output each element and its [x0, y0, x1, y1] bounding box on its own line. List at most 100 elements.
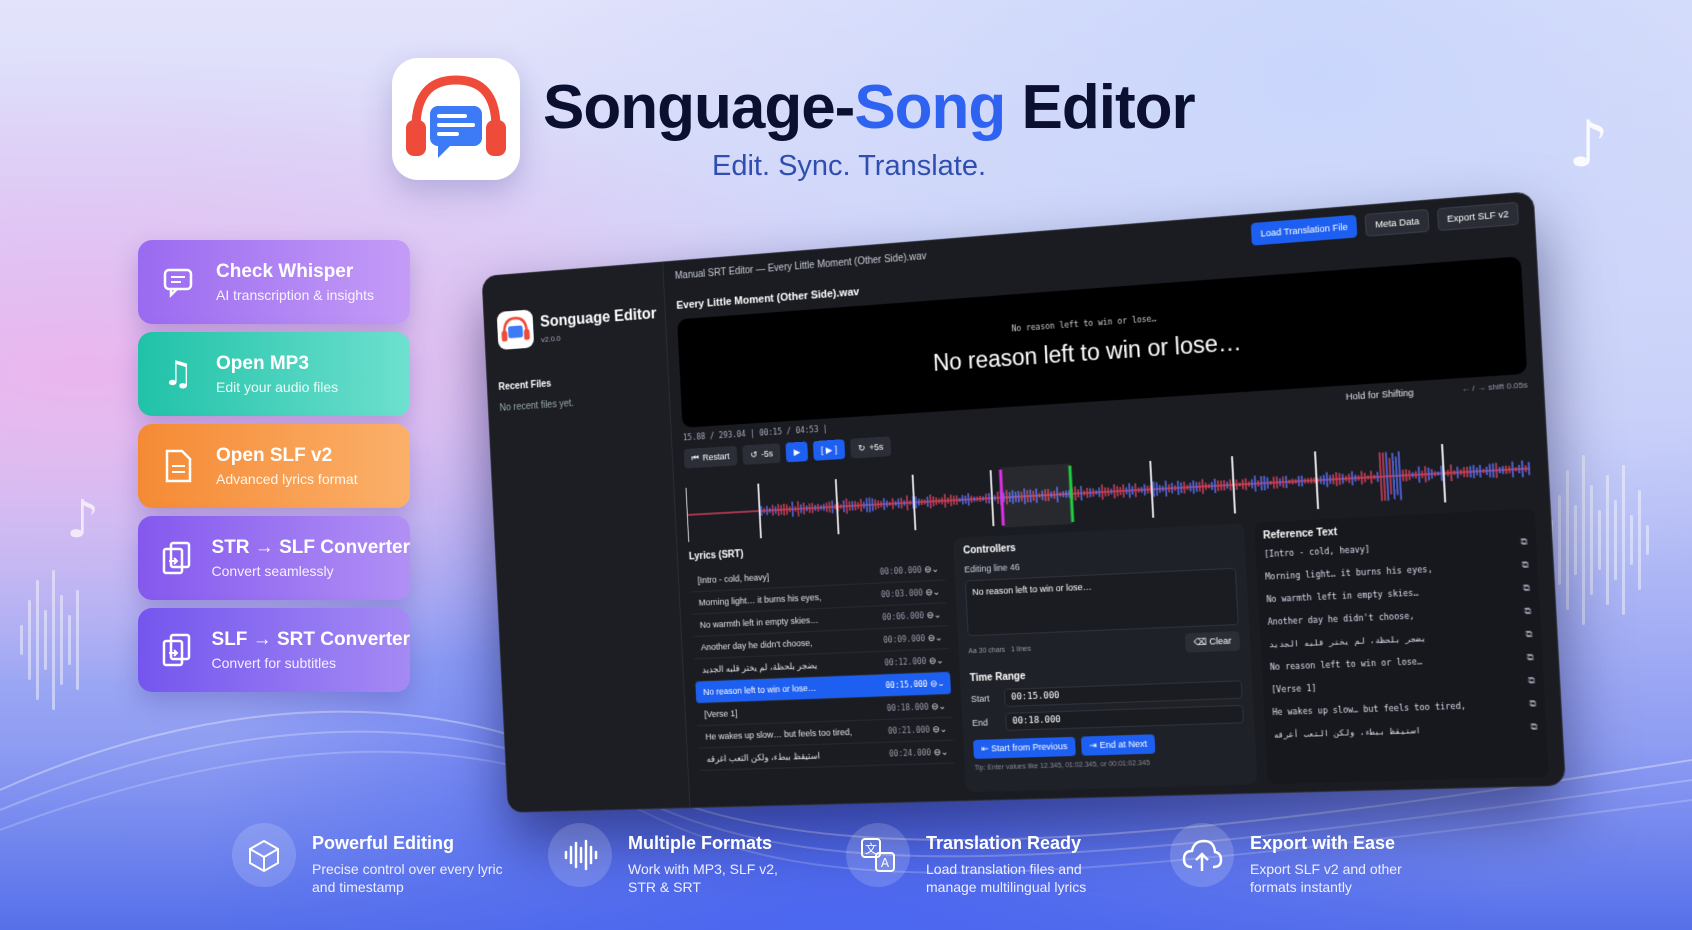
lyric-preview: No reason left to win or lose… No reason… [677, 256, 1527, 428]
play-segment-button[interactable]: [ ▶ ] [813, 439, 845, 461]
start-from-previous-button[interactable]: ⇤ Start from Previous [973, 737, 1076, 759]
waveform-sample [989, 493, 990, 503]
start-label: Start [971, 693, 1005, 704]
lyric-text-editor[interactable]: No reason left to win or lose… [965, 568, 1239, 637]
open-slf-card[interactable]: Open SLF v2 Advanced lyrics format [138, 424, 410, 508]
reference-row: [Verse 1] ⧉ [1271, 676, 1536, 702]
forward-5s-button[interactable]: ↻ +5s [850, 436, 892, 458]
sidebar-version: v2.0.0 [541, 334, 561, 344]
row-menu-icon[interactable]: ⊖⌄ [932, 723, 947, 733]
row-menu-icon[interactable]: ⊖⌄ [931, 701, 946, 711]
waveform-sample [1224, 480, 1225, 490]
waveform-sample [1156, 482, 1157, 496]
row-menu-icon[interactable]: ⊖⌄ [929, 655, 944, 666]
waveform-sample [1522, 461, 1523, 478]
waveform-sample [787, 504, 788, 514]
char-count: Aa 30 chars [968, 647, 1005, 655]
row-menu-icon[interactable]: ⊖⌄ [925, 586, 940, 597]
back-5s-button[interactable]: ↺ -5s [742, 443, 781, 465]
cube-sparkle-icon [232, 823, 296, 887]
clear-button[interactable]: ⌫ Clear [1185, 631, 1240, 653]
forward-icon: ↻ [858, 442, 866, 453]
waveform-sample [1467, 467, 1468, 477]
waveform-sample [1324, 475, 1325, 485]
waveform-sample [901, 498, 902, 509]
card-subtitle: Edit your audio files [216, 379, 338, 395]
line-count: 1 lines [1011, 646, 1031, 654]
waveform-sample [1473, 465, 1474, 478]
copy-icon[interactable]: ⧉ [1525, 630, 1533, 641]
copy-icon[interactable]: ⧉ [1527, 653, 1535, 664]
waveform-sample [784, 504, 785, 516]
copy-icon[interactable]: ⧉ [1528, 676, 1536, 687]
export-button[interactable]: Export SLF v2 [1437, 202, 1519, 231]
feature-desc: Load translation files and manage multil… [926, 860, 1116, 896]
reference-text: [Intro - cold, heavy] [1264, 545, 1370, 559]
waveform-sample [792, 502, 793, 517]
copy-icon[interactable]: ⧉ [1522, 560, 1530, 571]
row-menu-icon[interactable]: ⊖⌄ [933, 746, 948, 756]
waveform-sample [846, 499, 847, 514]
waveform-sample [1425, 466, 1426, 482]
waveform-sample [1267, 477, 1268, 488]
copy-icon[interactable]: ⧉ [1530, 722, 1538, 733]
waveform-sample [1261, 476, 1262, 490]
row-menu-icon[interactable]: ⊖⌄ [926, 609, 941, 620]
waveform-sample [1419, 466, 1420, 482]
end-time-input[interactable]: 00:18.000 [1005, 705, 1244, 731]
reference-text: No warmth left in empty skies… [1266, 588, 1418, 604]
end-at-next-button[interactable]: ⇥ End at Next [1081, 734, 1156, 755]
lyric-time: 00:21.000 [888, 725, 930, 735]
waveform-sample [998, 492, 999, 504]
feature-desc: Export SLF v2 and other formats instantl… [1250, 860, 1420, 896]
copy-icon[interactable]: ⧉ [1524, 606, 1532, 617]
slf-srt-converter-card[interactable]: SLF → SRT Converter Convert for subtitles [138, 608, 410, 692]
lyrics-panel: Lyrics (SRT) [Intro - cold, heavy] 00:00.… [689, 539, 956, 799]
check-whisper-card[interactable]: Check Whisper AI transcription & insights [138, 240, 410, 324]
row-menu-icon[interactable]: ⊖⌄ [927, 632, 942, 643]
start-time-input[interactable]: 00:15.000 [1004, 680, 1243, 707]
play-button[interactable]: ▶ [786, 441, 809, 462]
reference-text: Another day he didn't choose, [1267, 611, 1414, 626]
open-mp3-card[interactable]: ♫ Open MP3 Edit your audio files [138, 332, 410, 416]
reference-text: He wakes up slow… but feels too tired, [1272, 701, 1466, 717]
convert-icon [160, 540, 192, 576]
waveform-sample [892, 498, 893, 509]
copy-icon[interactable]: ⧉ [1520, 537, 1528, 548]
waveform-sample [907, 496, 908, 511]
meta-data-button[interactable]: Meta Data [1365, 209, 1429, 237]
feature-desc: Precise control over every lyric and tim… [312, 860, 522, 896]
waveform-sample [1457, 467, 1458, 478]
load-translation-button[interactable]: Load Translation File [1251, 215, 1358, 246]
copy-icon[interactable]: ⧉ [1529, 699, 1537, 710]
lyric-time: 00:18.000 [887, 702, 929, 712]
lyric-time: 00:12.000 [884, 656, 926, 667]
row-menu-icon[interactable]: ⊖⌄ [924, 563, 939, 574]
lyric-text: يضجر بلحظة، لم يختر قلبه الجديد [702, 660, 818, 675]
waveform-sample [1193, 480, 1194, 493]
lyric-text: استيقظ ببطء، ولكن التعب أغرقه [706, 750, 820, 764]
sidebar: Songuage Editor v2.0.0 Recent Files No r… [482, 262, 690, 811]
waveform-sample [1172, 483, 1173, 494]
feature-multiple-formats: Multiple Formats Work with MP3, SLF v2, S… [548, 833, 798, 896]
feature-title: Translation Ready [926, 833, 1116, 854]
end-label: End [972, 717, 1006, 728]
recent-files-empty: No recent files yet. [499, 398, 574, 413]
restart-button[interactable]: ⏮ Restart [684, 446, 738, 469]
waveform-sample [933, 496, 934, 506]
waveform-sample [1215, 479, 1216, 493]
waveform-sample [1352, 471, 1353, 485]
card-title: STR → SLF Converter [212, 537, 410, 559]
start-prev-label: Start from Previous [991, 741, 1068, 753]
waveform-sample [951, 495, 952, 506]
waveform-sample [1196, 482, 1197, 492]
waveform-sample [1451, 464, 1452, 481]
row-menu-icon[interactable]: ⊖⌄ [930, 678, 945, 688]
copy-icon[interactable]: ⧉ [1523, 583, 1531, 594]
str-slf-converter-card[interactable]: STR → SLF Converter Convert seamlessly [138, 516, 410, 600]
lyric-text: [Verse 1] [704, 708, 738, 719]
restart-label: Restart [702, 451, 729, 462]
editor-window: Songuage Editor v2.0.0 Recent Files No r… [481, 191, 1565, 813]
translate-icon: 文A [846, 823, 910, 887]
waveform-sample [930, 495, 931, 509]
